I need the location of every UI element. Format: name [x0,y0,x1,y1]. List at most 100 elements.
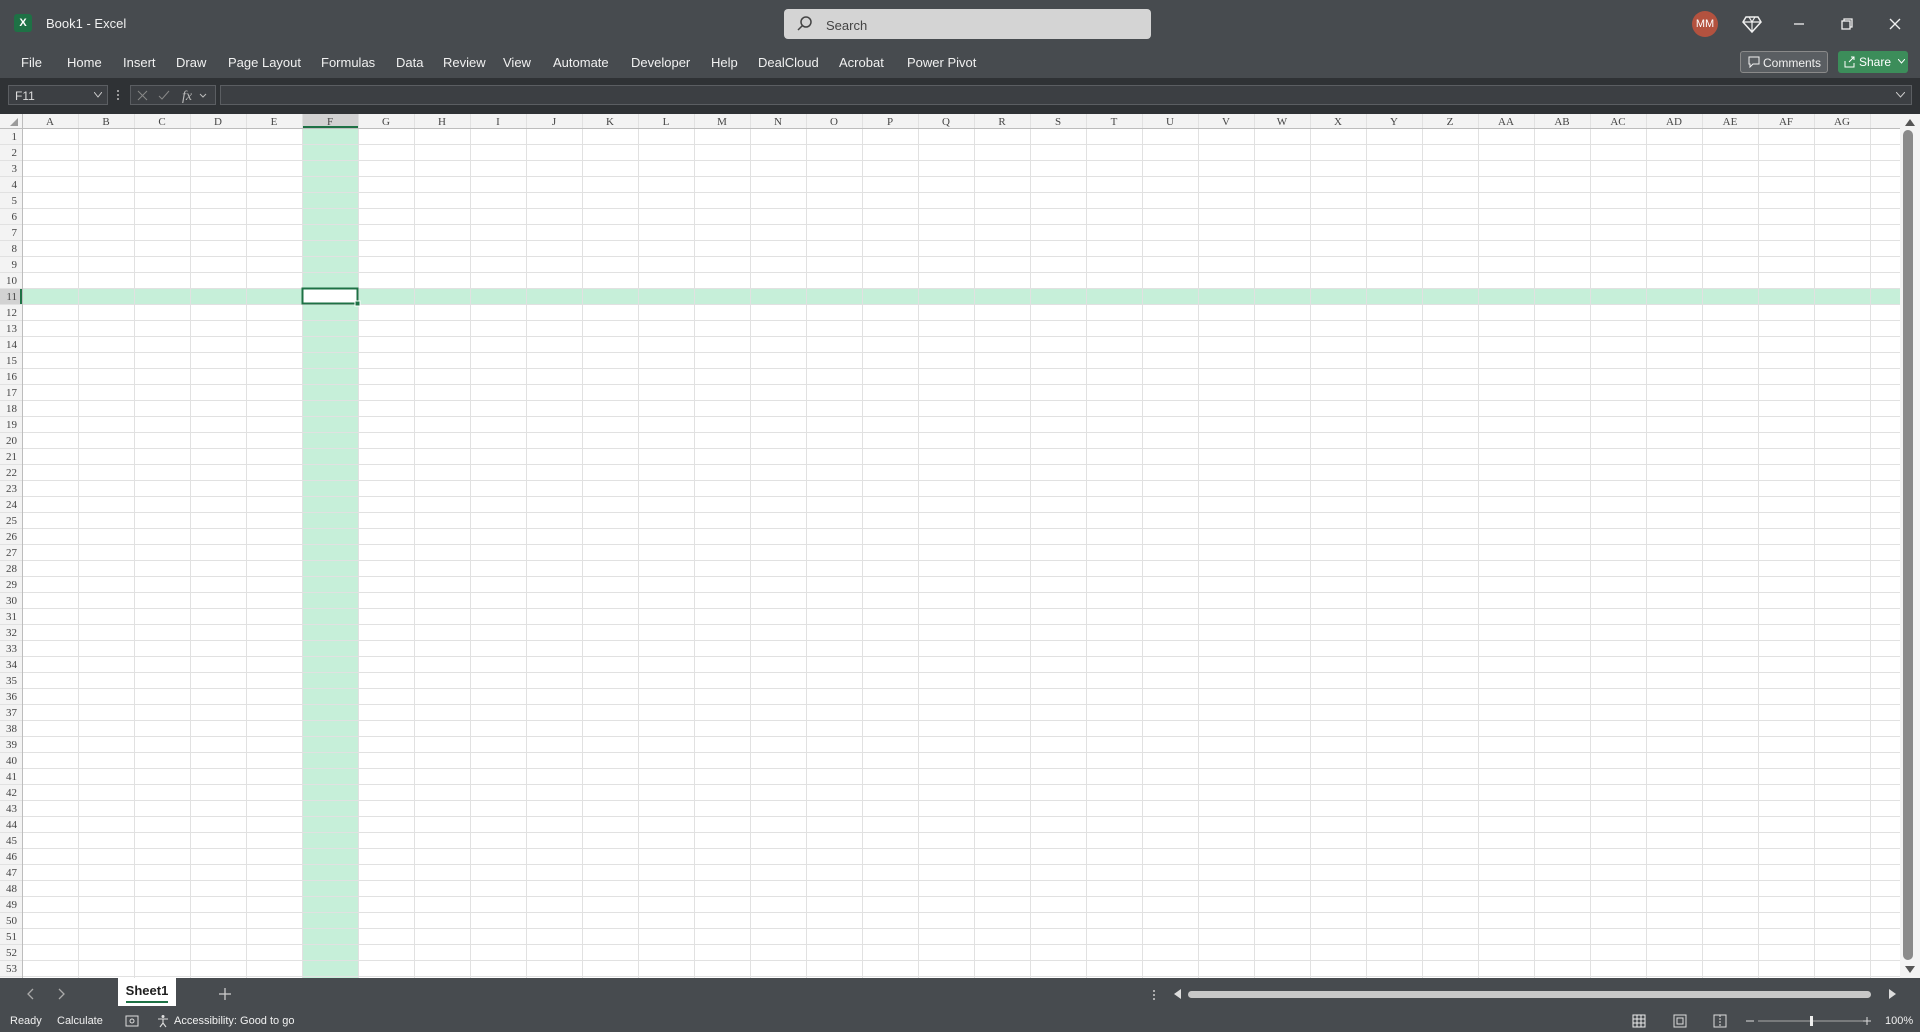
row-header-41[interactable]: 41 [6,771,17,783]
row-header-49[interactable]: 49 [6,899,18,911]
normal-view-icon[interactable] [1632,1014,1646,1028]
column-header-v[interactable]: V [1222,116,1230,128]
row-header-6[interactable]: 6 [12,211,18,223]
row-header-47[interactable]: 47 [6,867,18,879]
row-header-33[interactable]: 33 [6,643,18,655]
row-header-16[interactable]: 16 [6,371,18,383]
column-header-r[interactable]: R [998,116,1006,128]
column-header-ab[interactable]: AB [1554,116,1569,128]
more-options-icon[interactable] [116,88,120,102]
row-header-35[interactable]: 35 [6,675,18,687]
column-header-a[interactable]: A [46,116,54,128]
menu-insert[interactable]: Insert [123,55,156,70]
row-header-15[interactable]: 15 [6,355,18,367]
row-header-37[interactable]: 37 [6,707,18,719]
row-header-31[interactable]: 31 [6,611,17,623]
row-header-52[interactable]: 52 [6,947,17,959]
row-header-28[interactable]: 28 [6,563,18,575]
menu-review[interactable]: Review [443,55,486,70]
horizontal-scroll-thumb[interactable] [1188,991,1871,998]
menu-view[interactable]: View [503,55,531,70]
row-header-36[interactable]: 36 [6,691,18,703]
more-options-icon[interactable] [1152,988,1156,1002]
row-header-7[interactable]: 7 [12,227,18,239]
row-header-46[interactable]: 46 [6,851,18,863]
add-sheet-icon[interactable] [218,987,232,1001]
column-header-p[interactable]: P [887,116,893,128]
column-header-y[interactable]: Y [1390,116,1398,128]
restore-icon[interactable] [1835,12,1859,36]
row-header-10[interactable]: 10 [6,275,18,287]
name-box[interactable]: F11 [8,85,108,105]
menu-draw[interactable]: Draw [176,55,206,70]
column-header-m[interactable]: M [717,116,727,128]
row-header-45[interactable]: 45 [6,835,18,847]
column-header-n[interactable]: N [774,116,782,128]
diamond-icon[interactable] [1740,12,1764,36]
column-header-ag[interactable]: AG [1834,116,1850,128]
page-break-preview-icon[interactable] [1713,1014,1727,1028]
column-header-w[interactable]: W [1277,116,1288,128]
row-header-14[interactable]: 14 [6,339,18,351]
menu-formulas[interactable]: Formulas [321,55,375,70]
column-header-b[interactable]: B [102,116,109,128]
row-header-44[interactable]: 44 [6,819,18,831]
scroll-up-icon[interactable] [1905,118,1915,126]
row-header-25[interactable]: 25 [6,515,18,527]
row-header-34[interactable]: 34 [6,659,18,671]
column-header-o[interactable]: O [830,116,838,128]
row-header-4[interactable]: 4 [12,179,18,191]
column-header-j[interactable]: J [552,116,557,128]
calculate-button[interactable]: Calculate [57,1015,103,1027]
zoom-out-icon[interactable] [1745,1020,1755,1022]
close-icon[interactable] [1883,12,1907,36]
fill-handle[interactable] [354,300,361,307]
row-header-12[interactable]: 12 [6,307,17,319]
column-header-g[interactable]: G [382,116,390,128]
row-header-1[interactable]: 1 [12,131,18,143]
row-header-53[interactable]: 53 [6,963,18,975]
cell-grid[interactable]: A B C D E F G H I J K L M N O P Q R S T U V W X Y Z AA AB AC AD AE AF AG… [0,114,1900,978]
column-header-x[interactable]: X [1334,116,1342,128]
enter-icon[interactable] [158,90,170,101]
column-header-i[interactable]: I [496,116,500,128]
menu-home[interactable]: Home [67,55,102,70]
chevron-left-icon[interactable] [26,988,34,1000]
row-header-23[interactable]: 23 [6,483,18,495]
column-header-ad[interactable]: AD [1666,116,1682,128]
row-header-13[interactable]: 13 [6,323,18,335]
row-header-39[interactable]: 39 [6,739,18,751]
row-header-21[interactable]: 21 [6,451,17,463]
column-header-aa[interactable]: AA [1498,116,1514,128]
row-header-48[interactable]: 48 [6,883,18,895]
row-header-18[interactable]: 18 [6,403,18,415]
zoom-in-icon[interactable] [1862,1016,1872,1026]
column-header-ae[interactable]: AE [1723,116,1738,128]
row-header-9[interactable]: 9 [12,259,18,271]
active-cell[interactable] [301,287,359,305]
row-header-5[interactable]: 5 [12,195,18,207]
row-header-17[interactable]: 17 [6,387,18,399]
column-header-q[interactable]: Q [942,116,950,128]
column-header-s[interactable]: S [1055,116,1061,128]
macro-record-icon[interactable] [125,1015,139,1027]
column-header-f[interactable]: F [327,116,333,128]
page-layout-view-icon[interactable] [1673,1014,1687,1028]
column-header-af[interactable]: AF [1779,116,1793,128]
user-avatar[interactable]: MM [1692,11,1718,37]
row-header-20[interactable]: 20 [6,435,18,447]
cancel-icon[interactable] [137,90,148,101]
zoom-slider[interactable] [1758,1016,1866,1026]
accessibility-status[interactable]: Accessibility: Good to go [174,1015,294,1027]
row-header-38[interactable]: 38 [6,723,18,735]
column-header-k[interactable]: K [606,116,614,128]
menu-acrobat[interactable]: Acrobat [839,55,884,70]
menu-dealcloud[interactable]: DealCloud [758,55,819,70]
column-header-ac[interactable]: AC [1610,116,1625,128]
worksheet-grid[interactable]: A B C D E F G H I J K L M N O P Q R S T U V W X Y Z AA AB AC AD AE AF AG… [0,114,1920,978]
row-header-27[interactable]: 27 [6,547,18,559]
menu-page-layout[interactable]: Page Layout [228,55,301,70]
menu-help[interactable]: Help [711,55,738,70]
menu-power-pivot[interactable]: Power Pivot [907,55,976,70]
row-header-26[interactable]: 26 [6,531,18,543]
